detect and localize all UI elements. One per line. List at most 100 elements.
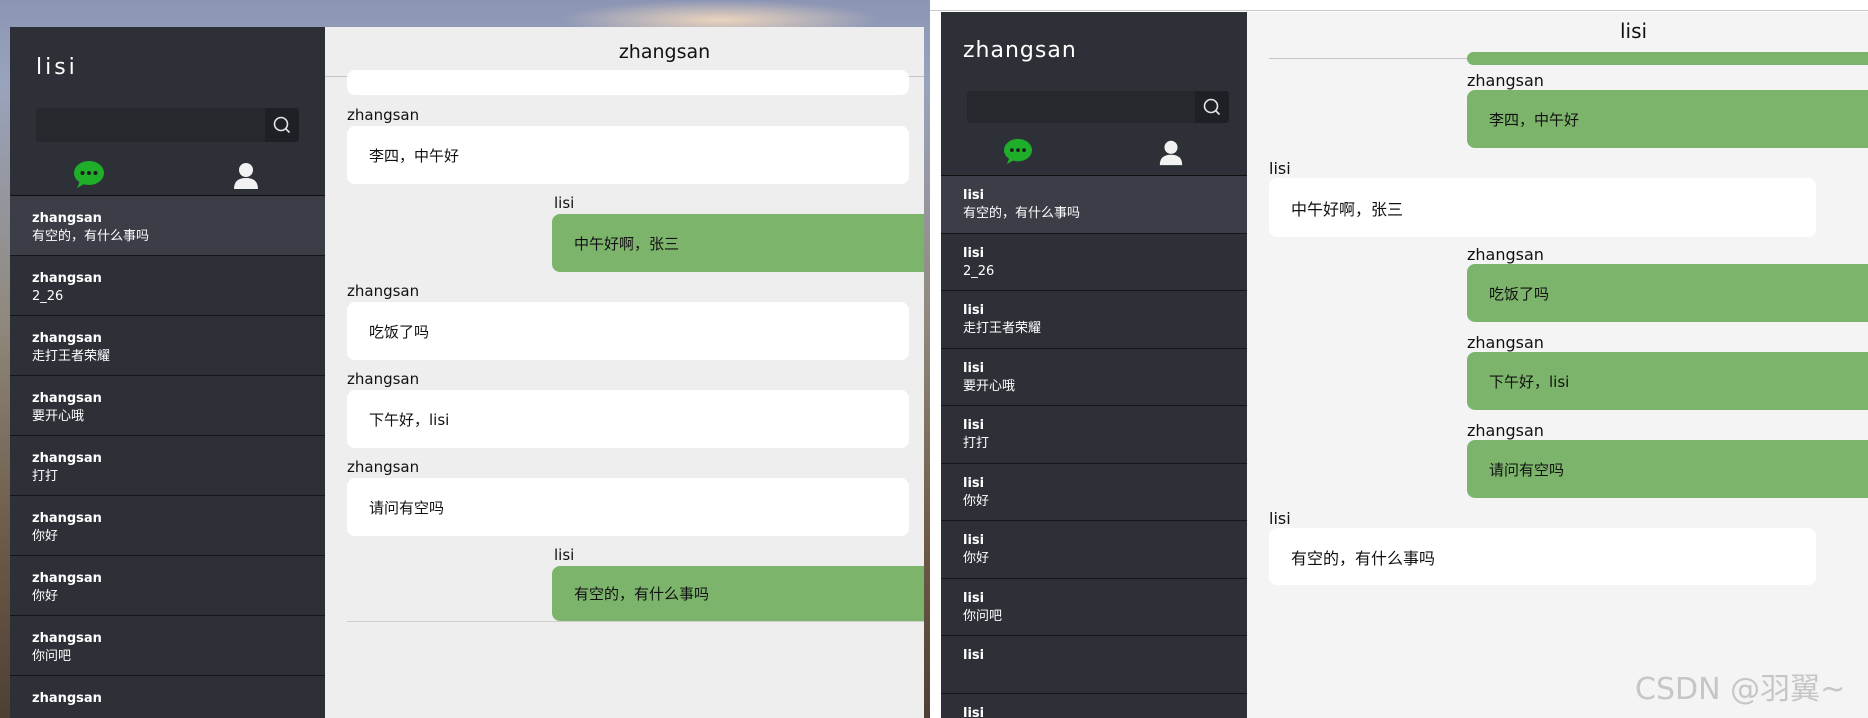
conversation-name: zhangsan [32,271,102,286]
message-sender: zhangsan [347,106,420,124]
conversation-preview: 走打王者荣耀 [32,349,111,364]
conversation-preview: 你问吧 [32,649,72,664]
search-icon [1203,98,1221,116]
message-bubble: 吃饭了吗 [1467,264,1868,322]
message: zhangsan 下午好，lisi [1467,334,1868,410]
list-item[interactable]: zhangsan 要开心哦 [10,376,325,436]
conversation-name: zhangsan [32,631,102,646]
list-item[interactable]: zhangsan 你好 [10,556,325,616]
list-item[interactable]: zhangsan [10,676,325,718]
message-bubble: 李四，中午好 [1467,90,1868,148]
conversation-name: lisi [963,418,985,433]
sidebar-tabs [10,157,325,193]
message-bubble [1467,52,1868,65]
list-item[interactable]: lisi [941,694,1247,718]
message-sender: zhangsan [347,370,420,388]
tab-contacts[interactable] [168,157,326,193]
conversation-preview: 有空的，有什么事吗 [32,229,150,244]
search-input[interactable] [36,108,265,142]
current-user-name: lisi [36,55,78,80]
tab-chats[interactable] [941,134,1094,170]
message-list: zhangsan 李四，中午好 lisi 中午好啊，张三 zhangsan 吃饭… [325,70,924,718]
message-sender: zhangsan [1467,71,1544,90]
conversation-name: lisi [963,303,985,318]
list-item[interactable]: zhangsan 走打王者荣耀 [10,316,325,376]
chat-panel: lisi zhangsan 李四，中午好 lisi 中午好啊，张三 zhangs… [1247,12,1868,718]
search-input[interactable] [967,91,1195,123]
chat-panel: zhangsan zhangsan 李四，中午好 lisi 中午好啊，张三 zh… [325,27,924,718]
chat-bubble-icon [1003,138,1032,165]
list-item[interactable]: lisi 你好 [941,521,1247,579]
message-bubble: 请问有空吗 [347,478,909,536]
sidebar: zhangsan lisi 有空的，有什么事吗 lisi 2_26 lisi 走打王者… [941,12,1247,718]
message [1467,52,1868,65]
list-item[interactable]: lisi 你问吧 [941,579,1247,636]
message-sender: lisi [554,194,575,212]
list-item[interactable]: lisi 有空的，有什么事吗 [941,176,1247,234]
search-button[interactable] [1195,91,1229,123]
message-sender: zhangsan [1467,333,1544,352]
current-user-name: zhangsan [963,38,1077,63]
list-item[interactable]: zhangsan 2_26 [10,256,325,316]
message-sender: zhangsan [1467,421,1544,440]
message: zhangsan 请问有空吗 [1467,422,1868,498]
message-bubble [347,70,909,95]
message: lisi 中午好啊，张三 [552,194,924,272]
list-item[interactable]: zhangsan 有空的，有什么事吗 [10,196,325,256]
list-item[interactable]: lisi 2_26 [941,234,1247,291]
conversation-name: lisi [963,705,985,718]
conversation-preview: 2_26 [32,289,64,304]
conversation-name: lisi [963,590,985,606]
conversation-name: zhangsan [32,391,102,406]
user-icon [234,163,259,189]
message: zhangsan 下午好，lisi [347,370,909,448]
message-bubble: 请问有空吗 [1467,440,1868,498]
message [347,70,909,95]
search-icon [273,116,291,134]
list-item[interactable]: lisi 要开心哦 [941,349,1247,406]
message: zhangsan 李四，中午好 [1467,72,1868,148]
conversation-name: zhangsan [32,211,102,226]
chat-window-zhangsan: zhangsan lisi 有空的，有什么事吗 lisi 2_26 lisi 走打王者… [941,12,1868,718]
conversation-preview: 走打王者荣耀 [963,321,1042,336]
conversation-name: zhangsan [32,691,102,706]
message-sender: zhangsan [1467,245,1544,264]
sidebar-tabs [941,134,1247,170]
message-bubble: 李四，中午好 [347,126,909,184]
search-box [36,108,299,142]
sidebar: lisi zhangsan 有空的，有什么事吗 zhangsan 2_26 zhan… [10,27,325,718]
list-item[interactable]: lisi 走打王者荣耀 [941,291,1247,349]
message-bubble: 下午好，lisi [347,390,909,448]
message-sender: zhangsan [347,282,420,300]
list-item[interactable]: lisi 你好 [941,464,1247,521]
search-box [967,91,1229,123]
list-item[interactable]: lisi 打打 [941,406,1247,464]
conversation-preview: 打打 [963,436,990,451]
conversation-name: lisi [963,245,985,261]
message-bubble: 中午好啊，张三 [552,214,924,272]
message-sender: lisi [554,546,575,564]
conversation-preview: 要开心哦 [32,409,85,424]
message-bubble: 吃饭了吗 [347,302,909,360]
conversation-name: lisi [963,188,985,203]
message-bubble: 下午好，lisi [1467,352,1868,410]
conversation-preview: 你好 [963,551,990,566]
chat-window-lisi: lisi zhangsan 有空的，有什么事吗 zhangsan 2_26 zhan… [10,27,924,718]
list-item[interactable]: zhangsan 你好 [10,496,325,556]
conversation-preview: 你好 [32,589,59,604]
tab-chats[interactable] [10,157,168,193]
tab-contacts[interactable] [1094,134,1247,170]
list-item[interactable]: zhangsan 你问吧 [10,616,325,676]
message-list: zhangsan 李四，中午好 lisi 中午好啊，张三 zhangsan 吃饭… [1247,52,1868,718]
conversation-preview: 2_26 [963,263,995,279]
conversation-name: lisi [963,648,985,663]
message: zhangsan 吃饭了吗 [1467,246,1868,322]
conversation-preview: 要开心哦 [963,378,1016,394]
message-list-end-divider [347,621,924,622]
conversation-name: lisi [963,360,985,376]
list-item[interactable]: lisi [941,636,1247,694]
list-item[interactable]: zhangsan 打打 [10,436,325,496]
conversation-name: zhangsan [32,451,102,466]
conversation-preview: 有空的，有什么事吗 [963,206,1081,221]
search-button[interactable] [265,108,299,142]
